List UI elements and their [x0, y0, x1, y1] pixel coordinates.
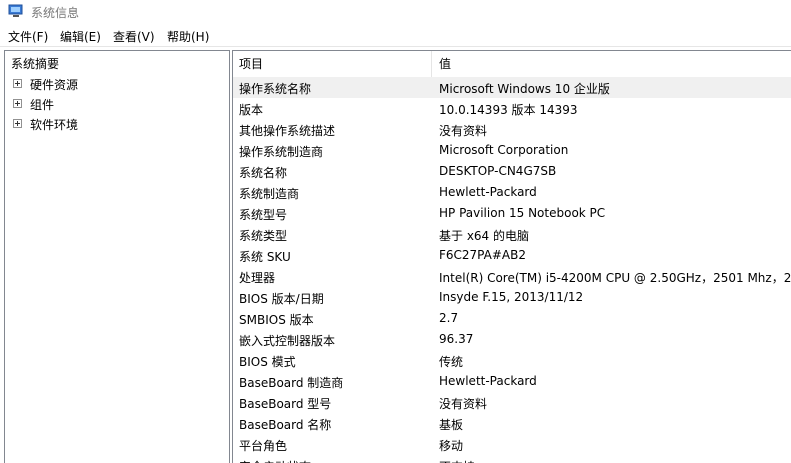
tree-label: 硬件资源 [30, 78, 79, 92]
table-row[interactable]: SMBIOS 版本 2.7 [233, 308, 791, 329]
row-item: SMBIOS 版本 [239, 313, 314, 327]
row-value: 不支持 [439, 458, 475, 463]
row-item: 系统制造商 [239, 187, 300, 201]
row-value: DESKTOP-CN4G7SB [439, 164, 557, 178]
column-header-value[interactable]: 值 [439, 51, 451, 77]
table-row[interactable]: BaseBoard 制造商 Hewlett-Packard [233, 371, 791, 392]
row-value: 移动 [439, 439, 464, 453]
tree-label: 组件 [30, 98, 55, 112]
menu-help[interactable]: 帮助(H) [167, 28, 209, 45]
row-item: 操作系统制造商 [239, 145, 324, 159]
row-item: 嵌入式控制器版本 [239, 334, 336, 348]
menu-file[interactable]: 文件(F) [8, 28, 48, 45]
row-value: 2.7 [439, 311, 459, 325]
row-value: Microsoft Corporation [439, 143, 569, 157]
table-row[interactable]: 系统类型 基于 x64 的电脑 [233, 224, 791, 245]
row-value: HP Pavilion 15 Notebook PC [439, 206, 606, 220]
row-item: 系统类型 [239, 229, 288, 243]
table-row[interactable]: BaseBoard 名称 基板 [233, 413, 791, 434]
tree-item-system-summary[interactable]: 系统摘要 [11, 55, 59, 72]
row-value: 没有资料 [439, 397, 488, 411]
table-row[interactable]: BaseBoard 型号 没有资料 [233, 392, 791, 413]
row-value: Hewlett-Packard [439, 374, 537, 388]
row-item: BIOS 模式 [239, 355, 296, 369]
row-item: BaseBoard 名称 [239, 418, 332, 432]
details-list[interactable]: 项目 值 操作系统名称 Microsoft Windows 10 企业版版本 10.… [232, 50, 791, 463]
window-title: 系统信息 [31, 6, 80, 20]
table-row[interactable]: BIOS 模式 传统 [233, 350, 791, 371]
table-row[interactable]: 嵌入式控制器版本 96.37 [233, 329, 791, 350]
menu-view[interactable]: 查看(V) [113, 28, 155, 45]
title-bar[interactable]: 系统信息 [0, 0, 791, 24]
system-info-app-icon [8, 4, 23, 17]
row-item: 系统型号 [239, 208, 288, 222]
table-row[interactable]: BIOS 版本/日期 Insyde F.15, 2013/11/12 [233, 287, 791, 308]
row-value: Hewlett-Packard [439, 185, 537, 199]
table-row[interactable]: 处理器 Intel(R) Core(TM) i5-4200M CPU @ 2.50… [233, 266, 791, 287]
row-value: 96.37 [439, 332, 474, 346]
table-row[interactable]: 平台角色 移动 [233, 434, 791, 455]
row-value: 没有资料 [439, 124, 488, 138]
category-tree[interactable]: 系统摘要 硬件资源 组件 软件环境 [4, 50, 230, 463]
row-value: Insyde F.15, 2013/11/12 [439, 290, 584, 304]
table-row[interactable]: 系统制造商 Hewlett-Packard [233, 182, 791, 203]
table-row[interactable]: 操作系统名称 Microsoft Windows 10 企业版 [233, 77, 791, 98]
row-item: 其他操作系统描述 [239, 124, 336, 138]
menu-edit[interactable]: 编辑(E) [60, 28, 101, 45]
row-value: 10.0.14393 版本 14393 [439, 103, 578, 117]
row-item: 系统名称 [239, 166, 288, 180]
menu-separator [0, 46, 791, 47]
table-row[interactable]: 系统名称 DESKTOP-CN4G7SB [233, 161, 791, 182]
row-value: Microsoft Windows 10 企业版 [439, 82, 610, 96]
row-value: 基于 x64 的电脑 [439, 229, 530, 243]
table-row[interactable]: 其他操作系统描述 没有资料 [233, 119, 791, 140]
row-item: 操作系统名称 [239, 82, 312, 96]
table-row[interactable]: 操作系统制造商 Microsoft Corporation [233, 140, 791, 161]
row-value: 传统 [439, 355, 464, 369]
menu-bar: 文件(F) 编辑(E) 查看(V) 帮助(H) [0, 26, 791, 46]
row-item: 平台角色 [239, 439, 288, 453]
row-item: 处理器 [239, 271, 276, 285]
expand-plus-icon[interactable] [13, 79, 22, 88]
expand-plus-icon[interactable] [13, 99, 22, 108]
row-item: BIOS 版本/日期 [239, 292, 324, 306]
tree-label: 软件环境 [30, 118, 79, 132]
expand-plus-icon[interactable] [13, 119, 22, 128]
row-item: BaseBoard 型号 [239, 397, 332, 411]
row-item: 系统 SKU [239, 250, 291, 264]
table-row[interactable]: 系统型号 HP Pavilion 15 Notebook PC [233, 203, 791, 224]
row-value: Intel(R) Core(TM) i5-4200M CPU @ 2.50GHz… [439, 271, 791, 285]
column-divider[interactable] [431, 51, 432, 77]
row-item: 安全启动状态 [239, 458, 311, 463]
column-header-item[interactable]: 项目 [239, 51, 263, 77]
row-item: 版本 [239, 103, 264, 117]
row-value: F6C27PA#AB2 [439, 248, 526, 262]
table-row[interactable]: 系统 SKU F6C27PA#AB2 [233, 245, 791, 266]
table-row[interactable]: 版本 10.0.14393 版本 14393 [233, 98, 791, 119]
row-value: 基板 [439, 418, 464, 432]
row-item: BaseBoard 制造商 [239, 376, 344, 390]
